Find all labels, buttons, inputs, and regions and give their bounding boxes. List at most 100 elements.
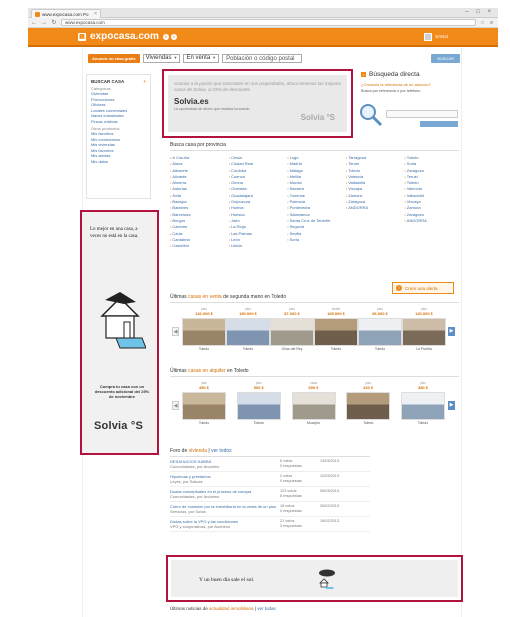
listing-photo[interactable] bbox=[182, 318, 226, 346]
rent-section: Últimas casas en alquiler en Toledo ◀ pi… bbox=[170, 368, 459, 437]
url-input[interactable]: www.expocasa.com bbox=[61, 19, 477, 26]
create-alert-button[interactable]: ! Crear una alerta bbox=[392, 282, 454, 294]
forum-topic[interactable]: Hipotecas y préstamos Leyes, por Sakura bbox=[170, 474, 280, 484]
listing-location: Toledo bbox=[330, 347, 342, 351]
plus-icon[interactable]: + bbox=[143, 79, 146, 84]
direct-search-hint: Busca por referencia o por teléfono bbox=[361, 89, 421, 93]
chevron-down-icon: ▼ bbox=[212, 55, 217, 60]
reload-icon[interactable]: ↻ bbox=[51, 19, 57, 26]
province-link[interactable]: ANDORRA bbox=[346, 205, 401, 211]
listing-photo[interactable] bbox=[291, 392, 336, 420]
listing-photo[interactable] bbox=[358, 318, 402, 346]
listing-card[interactable]: piso 450 € Toledo bbox=[182, 381, 226, 425]
reference-search-button[interactable] bbox=[420, 121, 458, 127]
province-column: LugoMadridMálagaMelillaMurciaNavarraOure… bbox=[287, 155, 342, 249]
bottom-banner-ad[interactable]: Y un buen día sale el sol. bbox=[166, 555, 463, 602]
location-input[interactable]: Población o código postal bbox=[222, 53, 303, 63]
listing-photo[interactable] bbox=[402, 318, 446, 346]
reference-input[interactable] bbox=[386, 110, 458, 118]
listing-location: Toledo bbox=[363, 421, 374, 425]
forum-author: Servicios, por Sonia bbox=[170, 509, 206, 514]
forum-topic[interactable]: Dudas conceptuales en el proceso de comp… bbox=[170, 489, 280, 499]
forum-row[interactable]: Dudas sobre la VPO y las condiciones VPO … bbox=[170, 517, 370, 532]
logo-icon[interactable]: ▦ bbox=[78, 32, 86, 41]
listing-location: Toledo bbox=[242, 347, 254, 351]
listing-price: 87.000 € bbox=[284, 311, 300, 316]
forum-topic[interactable]: Dudas sobre la VPO y las condiciones VPO … bbox=[170, 519, 280, 529]
top-banner-ad[interactable]: Gracias a la pasión que transmiten en su… bbox=[162, 69, 353, 138]
ad-brand: Solvia.es bbox=[174, 97, 209, 106]
listing-photo[interactable] bbox=[346, 392, 391, 420]
account-area[interactable]: SANIJ bbox=[424, 32, 448, 41]
listing-card[interactable]: piso 87.000 € Olías del Rey bbox=[270, 307, 314, 351]
forum-last-post: 26/02/2013 bbox=[320, 504, 340, 508]
listing-card[interactable]: piso 96.000 € Toledo bbox=[358, 307, 402, 351]
listing-photo[interactable] bbox=[236, 392, 281, 420]
listing-price: 142.000 € bbox=[195, 311, 213, 316]
search-strip: Anuncie su casa gratis Viviendas ▼ En ve… bbox=[88, 52, 460, 64]
listing-photo[interactable] bbox=[401, 392, 445, 420]
listing-card[interactable]: piso 142.000 € Toledo bbox=[182, 307, 226, 351]
browser-tools-icon[interactable]: ☆ ≡ bbox=[480, 20, 495, 26]
carousel-prev-icon[interactable]: ◀ bbox=[172, 401, 179, 410]
sidebar-item[interactable]: Mis datos bbox=[91, 159, 146, 165]
listing-price: 120.000 € bbox=[415, 311, 433, 316]
address-bar: ← → ↻ www.expocasa.com ☆ ≡ bbox=[28, 18, 498, 28]
listing-location: Toledo bbox=[417, 421, 429, 425]
forum-list: DESAHUCIOS HABRÁ Comunidades, por Anónimo… bbox=[170, 457, 370, 532]
chevron-down-icon: ▼ bbox=[173, 55, 178, 60]
magnifier-icon bbox=[360, 104, 383, 127]
carousel-prev-icon[interactable]: ◀ bbox=[172, 327, 179, 336]
listing-card[interactable]: piso 420 € Toledo bbox=[346, 381, 391, 425]
listing-price: 96.000 € bbox=[372, 311, 388, 316]
listing-card[interactable]: piso 180.000 € Toledo bbox=[226, 307, 270, 351]
forum-stats: 15 votos 0 respuestas bbox=[280, 504, 302, 513]
property-type-select[interactable]: Viviendas ▼ bbox=[142, 53, 181, 63]
listing-photo[interactable] bbox=[270, 318, 314, 346]
solvia-logo: Solvia °S bbox=[94, 420, 144, 432]
reference-link[interactable]: ¿Conoces la referencia de un anuncio? bbox=[361, 82, 457, 87]
province-link[interactable]: Soria bbox=[287, 237, 342, 243]
carousel-next-icon[interactable]: ▶ bbox=[448, 401, 455, 410]
listing-photo[interactable] bbox=[314, 318, 358, 346]
province-link[interactable]: Lleida bbox=[229, 243, 284, 249]
provinces-heading: Busca casa por provincia bbox=[170, 142, 459, 151]
facebook-icon[interactable]: f bbox=[162, 33, 169, 40]
forum-row[interactable]: Hipotecas y préstamos Leyes, por Sakura 2 … bbox=[170, 472, 370, 487]
listing-location: Toledo bbox=[198, 421, 210, 425]
favicon-icon bbox=[35, 11, 40, 17]
search-button[interactable]: BUSCAR bbox=[431, 53, 460, 63]
forum-row[interactable]: DESAHUCIOS HABRÁ Comunidades, por Anónimo… bbox=[170, 457, 370, 472]
listing-photo[interactable] bbox=[182, 392, 226, 420]
back-icon[interactable]: ← bbox=[31, 20, 37, 26]
site-logo[interactable]: expocasa.com bbox=[90, 31, 159, 42]
browser-tab[interactable]: www.expocasa.com Po × bbox=[31, 9, 101, 18]
carousel-next-icon[interactable]: ▶ bbox=[448, 327, 455, 336]
province-link[interactable]: ANDORRA bbox=[404, 218, 459, 224]
forum-author: Comunidades, por Anónimo bbox=[170, 494, 220, 499]
listing-location: Olías del Rey bbox=[281, 347, 303, 351]
forum-row[interactable]: Dudas conceptuales en el proceso de comp… bbox=[170, 487, 370, 502]
listing-card[interactable]: piso 500 € Toledo bbox=[236, 381, 281, 425]
close-tab-icon[interactable]: × bbox=[94, 11, 97, 17]
tab-title: www.expocasa.com Po bbox=[42, 11, 89, 17]
listing-card[interactable]: casa 600 € Mocejón bbox=[291, 381, 336, 425]
listing-photo[interactable] bbox=[226, 318, 270, 346]
forum-row[interactable]: Cobro de comisión por la inmobiliaria en… bbox=[170, 502, 370, 517]
left-banner-ad[interactable]: Lo mejor en una casa, a veces no está en… bbox=[80, 210, 159, 455]
forum-topic[interactable]: Cobro de comisión por la inmobiliaria en… bbox=[170, 504, 280, 514]
sales-cards: piso 142.000 € Toledo piso 180.000 € Toledo pi… bbox=[182, 307, 446, 351]
province-link[interactable]: Castellón bbox=[170, 243, 225, 249]
forum-topic[interactable]: DESAHUCIOS HABRÁ Comunidades, por Anónimo bbox=[170, 459, 280, 469]
window-controls-icon[interactable]: – □ × bbox=[465, 9, 494, 15]
publish-ad-button[interactable]: Anuncie su casa gratis bbox=[88, 53, 140, 63]
twitter-icon[interactable]: t bbox=[170, 33, 177, 40]
listing-card[interactable]: chalet 165.000 € Toledo bbox=[314, 307, 358, 351]
sidebar-item[interactable]: Fincas rústicas bbox=[91, 119, 146, 125]
operation-select[interactable]: En venta ▼ bbox=[183, 53, 220, 63]
listing-card[interactable]: piso 120.000 € La Puebla bbox=[402, 307, 446, 351]
listing-card[interactable]: piso 380 € Toledo bbox=[401, 381, 445, 425]
provinces-section: Busca casa por provincia A CoruñaÁlavaAl… bbox=[170, 142, 459, 294]
forum-last-post: 13/03/2013 bbox=[320, 459, 340, 463]
forward-icon[interactable]: → bbox=[41, 20, 47, 26]
